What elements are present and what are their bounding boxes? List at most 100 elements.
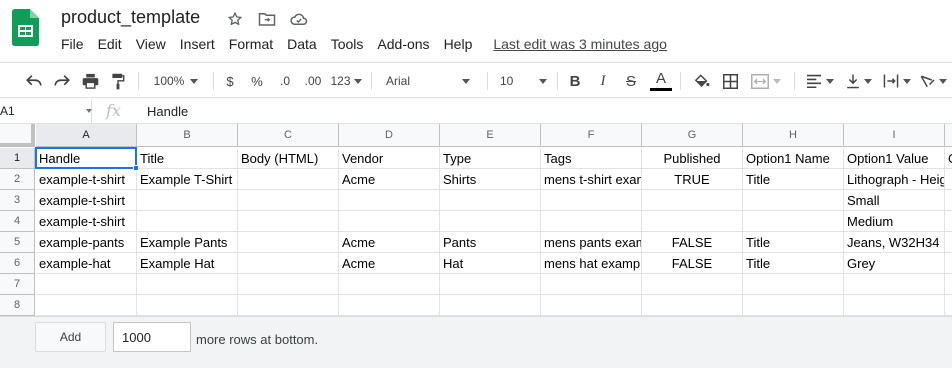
column-header[interactable]: I (844, 124, 945, 147)
zoom-select[interactable]: 100% (146, 63, 206, 99)
row-header[interactable]: 6 (0, 253, 35, 274)
select-all-corner[interactable] (0, 124, 35, 147)
menu-edit[interactable]: Edit (91, 36, 129, 52)
table-cell[interactable] (238, 169, 339, 190)
row-header[interactable]: 5 (0, 232, 35, 253)
table-cell[interactable] (36, 274, 137, 295)
table-cell[interactable] (844, 295, 945, 316)
horizontal-align-icon[interactable] (802, 63, 838, 99)
table-cell[interactable]: example-pants (36, 232, 137, 253)
table-cell[interactable] (238, 253, 339, 274)
table-cell[interactable]: Option1 Name (743, 148, 844, 169)
table-cell[interactable] (945, 211, 952, 232)
table-cell[interactable] (642, 295, 743, 316)
table-cell[interactable] (36, 295, 137, 316)
text-rotation-icon[interactable] (918, 63, 948, 99)
table-cell[interactable]: mens hat example (541, 253, 642, 274)
last-edit-link[interactable]: Last edit was 3 minutes ago (493, 36, 667, 52)
table-cell[interactable]: Hat (440, 253, 541, 274)
row-header[interactable]: 2 (0, 169, 35, 190)
table-cell[interactable]: FALSE (642, 232, 743, 253)
table-cell[interactable]: Option1 Value (844, 148, 945, 169)
document-title[interactable]: product_template (61, 7, 200, 28)
bold-button[interactable]: B (565, 63, 585, 99)
table-cell[interactable] (945, 232, 952, 253)
formula-input[interactable]: Handle (147, 104, 188, 119)
table-cell[interactable] (945, 253, 952, 274)
table-cell[interactable]: Example T-Shirt (137, 169, 238, 190)
table-cell[interactable] (137, 211, 238, 232)
table-cell[interactable]: Title (743, 232, 844, 253)
table-cell[interactable] (137, 295, 238, 316)
column-header[interactable]: E (440, 124, 541, 147)
strikethrough-button[interactable]: S (621, 63, 641, 99)
font-size-select[interactable]: 10 (500, 63, 552, 99)
table-cell[interactable] (440, 190, 541, 211)
table-cell[interactable] (339, 295, 440, 316)
table-cell[interactable] (238, 274, 339, 295)
table-cell[interactable]: Tags (541, 148, 642, 169)
fill-handle[interactable] (133, 165, 139, 171)
table-cell[interactable] (945, 295, 952, 316)
table-cell[interactable]: Type (440, 148, 541, 169)
redo-icon[interactable] (50, 63, 74, 99)
text-wrap-icon[interactable] (880, 63, 914, 99)
table-cell[interactable]: Shirts (440, 169, 541, 190)
table-cell[interactable] (945, 169, 952, 190)
vertical-align-icon[interactable] (842, 63, 876, 99)
table-cell[interactable] (541, 211, 642, 232)
table-cell[interactable]: Acme (339, 169, 440, 190)
table-cell[interactable] (642, 274, 743, 295)
row-header[interactable]: 3 (0, 190, 35, 211)
merge-cells-icon[interactable] (746, 63, 786, 99)
table-cell[interactable]: Example Pants (137, 232, 238, 253)
table-cell[interactable]: Title (743, 169, 844, 190)
table-cell[interactable] (238, 211, 339, 232)
table-cell[interactable] (137, 190, 238, 211)
table-cell[interactable]: Handle (36, 148, 137, 169)
menu-data[interactable]: Data (280, 36, 324, 52)
table-cell[interactable]: Body (HTML) (238, 148, 339, 169)
table-cell[interactable] (743, 211, 844, 232)
table-cell[interactable] (844, 274, 945, 295)
table-cell[interactable]: example-t-shirt (36, 190, 137, 211)
italic-button[interactable]: I (593, 63, 613, 99)
more-formats-select[interactable]: 123 (329, 63, 363, 99)
table-cell[interactable] (642, 211, 743, 232)
table-cell[interactable] (238, 190, 339, 211)
column-header[interactable]: D (339, 124, 440, 147)
table-cell[interactable]: mens pants example (541, 232, 642, 253)
menu-tools[interactable]: Tools (324, 36, 371, 52)
row-header[interactable]: 8 (0, 295, 35, 316)
table-cell[interactable] (137, 274, 238, 295)
table-cell[interactable]: Medium (844, 211, 945, 232)
table-cell[interactable] (945, 190, 952, 211)
table-cell[interactable]: mens t-shirt example (541, 169, 642, 190)
column-header[interactable]: H (743, 124, 844, 147)
menu-add-ons[interactable]: Add-ons (370, 36, 436, 52)
table-cell[interactable]: Acme (339, 232, 440, 253)
table-cell[interactable]: TRUE (642, 169, 743, 190)
sheets-logo-icon[interactable] (12, 9, 39, 46)
menu-view[interactable]: View (129, 36, 173, 52)
column-header[interactable]: F (541, 124, 642, 147)
text-color-button[interactable]: A (649, 63, 673, 99)
move-folder-icon[interactable] (256, 8, 278, 30)
percent-format-button[interactable]: % (247, 63, 267, 99)
table-cell[interactable]: Acme (339, 253, 440, 274)
paint-format-icon[interactable] (106, 63, 130, 99)
table-cell[interactable]: Jeans, W32H34 (844, 232, 945, 253)
table-cell[interactable]: Title (743, 253, 844, 274)
table-cell[interactable]: Grey (844, 253, 945, 274)
column-header[interactable]: C (238, 124, 339, 147)
table-cell[interactable] (339, 211, 440, 232)
table-cell[interactable]: Pants (440, 232, 541, 253)
decrease-decimal-button[interactable]: .0 (274, 63, 296, 99)
undo-icon[interactable] (22, 63, 46, 99)
column-header[interactable]: B (137, 124, 238, 147)
table-cell[interactable] (541, 274, 642, 295)
fill-color-icon[interactable] (690, 63, 712, 99)
menu-insert[interactable]: Insert (173, 36, 222, 52)
table-cell[interactable]: example-t-shirt (36, 169, 137, 190)
table-cell[interactable]: Lithograph - Height (844, 169, 945, 190)
